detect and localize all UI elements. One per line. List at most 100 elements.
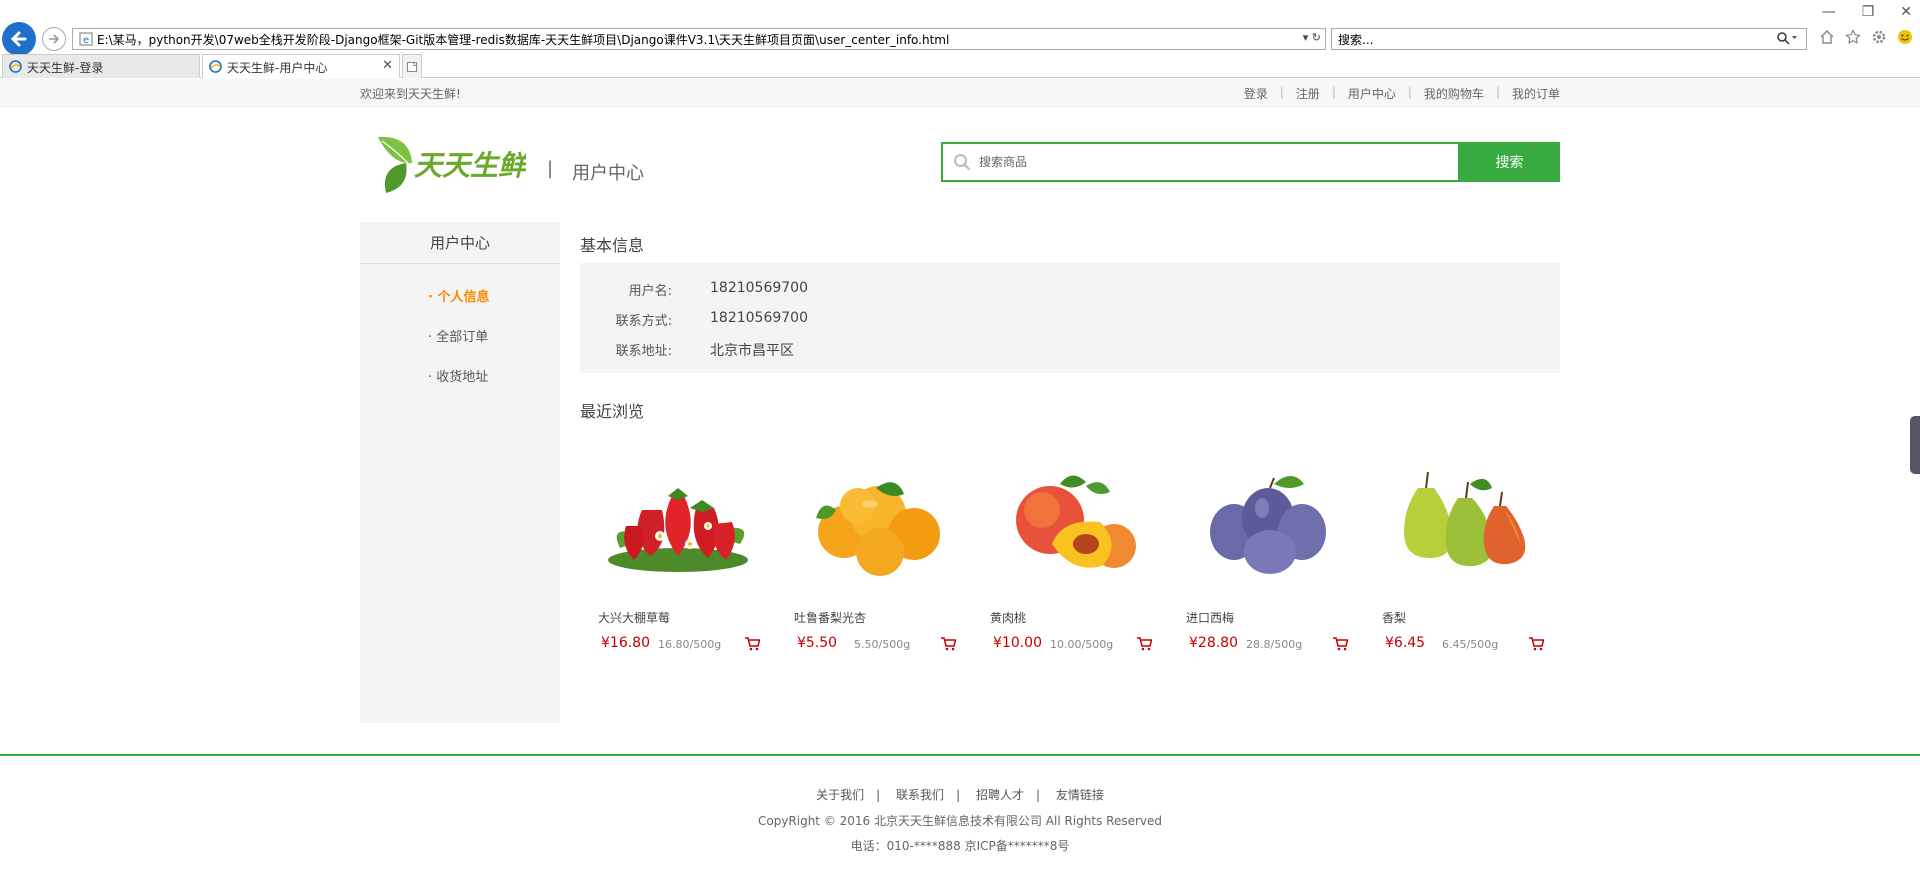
info-row-address: 联系地址: 北京市昌平区	[580, 340, 1560, 360]
new-tab-button[interactable]	[402, 54, 422, 78]
recent-products: 大兴大棚草莓 ¥16.80 16.80/500g 吐鲁番梨光杏 ¥5.50 5.…	[580, 448, 1560, 668]
cart-icon[interactable]	[1136, 636, 1152, 652]
new-tab-icon	[407, 61, 417, 72]
product-card[interactable]: 黄肉桃 ¥10.00 10.00/500g	[972, 448, 1168, 668]
forward-button[interactable]	[42, 27, 66, 51]
product-name[interactable]: 进口西梅	[1186, 609, 1234, 626]
product-card[interactable]: 吐鲁番梨光杏 ¥5.50 5.50/500g	[776, 448, 972, 668]
sidebar-item-profile[interactable]: · 个人信息	[428, 286, 489, 305]
product-price: ¥16.80	[601, 635, 650, 651]
footer-telephone: 电话：010-****888 京ICP备*******8号	[850, 839, 1070, 853]
product-price: ¥10.00	[993, 635, 1042, 651]
product-price: ¥6.45	[1385, 635, 1426, 651]
info-label: 联系方式:	[615, 314, 672, 329]
sidebar-title: 用户中心	[360, 222, 560, 264]
footer-divider	[0, 754, 1920, 756]
apricot-image[interactable]	[786, 448, 962, 580]
tab-title: 天天生鲜-用户中心	[227, 61, 328, 75]
product-unit-price: 6.45/500g	[1442, 638, 1499, 651]
footer-contact-link[interactable]: 联系我们	[896, 788, 944, 802]
login-link[interactable]: 登录	[1244, 85, 1268, 102]
address-bar[interactable]: e E:\某马，python开发\07web全栈开发阶段-Django框架-Gi…	[72, 28, 1326, 50]
search-input[interactable]	[979, 152, 1419, 172]
page-title: 用户中心	[572, 163, 644, 184]
smiley-icon[interactable]	[1896, 28, 1914, 46]
cart-icon[interactable]	[744, 636, 760, 652]
search-icon[interactable]	[1776, 31, 1798, 45]
ie-icon	[209, 60, 222, 73]
search-button[interactable]: 搜索	[1459, 142, 1560, 182]
welcome-text: 欢迎来到天天生鲜!	[360, 87, 461, 101]
info-label: 用户名:	[628, 284, 672, 299]
address-controls[interactable]: ▾ ↻	[1303, 31, 1321, 44]
side-scroll-handle[interactable]	[1910, 416, 1920, 474]
footer-links: 关于我们 | 联系我们 | 招聘人才 | 友情链接	[816, 788, 1104, 802]
product-unit-price: 16.80/500g	[658, 638, 722, 651]
ie-icon	[9, 60, 22, 73]
user-center-link[interactable]: 用户中心	[1348, 85, 1396, 102]
recent-title: 最近浏览	[580, 402, 645, 421]
product-price: ¥28.80	[1189, 635, 1238, 651]
tab-title: 天天生鲜-登录	[27, 61, 104, 75]
tab-bar: 天天生鲜-登录 天天生鲜-用户中心 ✕	[0, 54, 1920, 78]
info-value: 18210569700	[710, 280, 808, 296]
gear-icon[interactable]	[1870, 28, 1888, 46]
cart-icon[interactable]	[940, 636, 956, 652]
product-price: ¥5.50	[797, 635, 838, 651]
cart-icon[interactable]	[1528, 636, 1544, 652]
site-search	[941, 142, 1460, 182]
footer-copyright: CopyRight © 2016 北京天天生鲜信息技术有限公司 All Righ…	[757, 814, 1163, 828]
orders-link[interactable]: 我的订单	[1512, 85, 1560, 102]
user-sidebar: 用户中心 · 个人信息 · 全部订单 · 收货地址	[360, 222, 560, 723]
plum-image[interactable]	[1178, 448, 1354, 580]
browser-search-placeholder: 搜索...	[1338, 33, 1374, 47]
product-unit-price: 5.50/500g	[854, 638, 911, 651]
basic-info-title: 基本信息	[580, 236, 645, 255]
register-link[interactable]: 注册	[1296, 85, 1320, 102]
sidebar-item-orders[interactable]: · 全部订单	[428, 326, 488, 345]
logo-text: 天天生鲜	[414, 149, 526, 182]
product-card[interactable]: 香梨 ¥6.45 6.45/500g	[1364, 448, 1560, 668]
tab-user-center[interactable]: 天天生鲜-用户中心 ✕	[202, 54, 400, 78]
browser-toolbar-icons	[1818, 28, 1914, 46]
info-row-username: 用户名: 18210569700	[580, 280, 1560, 300]
basic-info-panel: 用户名: 18210569700 联系方式: 18210569700 联系地址:…	[580, 263, 1560, 373]
product-name[interactable]: 香梨	[1382, 609, 1406, 626]
arrow-left-icon	[10, 31, 27, 47]
minimize-icon[interactable]: —	[1822, 4, 1836, 20]
sidebar-item-address[interactable]: · 收货地址	[428, 366, 488, 385]
product-name[interactable]: 大兴大棚草莓	[598, 609, 670, 626]
tab-login[interactable]: 天天生鲜-登录	[2, 54, 200, 78]
product-card[interactable]: 大兴大棚草莓 ¥16.80 16.80/500g	[580, 448, 776, 668]
browser-search-box[interactable]: 搜索...	[1331, 28, 1807, 50]
cart-link[interactable]: 我的购物车	[1424, 85, 1484, 102]
arrow-right-icon	[49, 34, 60, 44]
product-unit-price: 10.00/500g	[1050, 638, 1114, 651]
info-row-phone: 联系方式: 18210569700	[580, 310, 1560, 330]
back-button[interactable]	[2, 22, 36, 56]
info-value: 18210569700	[710, 310, 808, 326]
product-name[interactable]: 吐鲁番梨光杏	[794, 609, 866, 626]
strawberry-image[interactable]	[590, 448, 766, 580]
peach-image[interactable]	[982, 448, 1158, 580]
footer-jobs-link[interactable]: 招聘人才	[976, 788, 1024, 802]
home-icon[interactable]	[1818, 28, 1836, 46]
product-name[interactable]: 黄肉桃	[990, 609, 1026, 626]
close-icon[interactable]: ✕	[382, 58, 393, 73]
topbar-links: 登录 | 注册 | 用户中心 | 我的购物车 | 我的订单	[1243, 85, 1560, 102]
ie-icon: e	[79, 32, 93, 46]
close-icon[interactable]: ✕	[1900, 4, 1912, 20]
product-unit-price: 28.8/500g	[1246, 638, 1303, 651]
header-divider: |	[547, 158, 554, 179]
address-text: E:\某马，python开发\07web全栈开发阶段-Django框架-Git版…	[97, 33, 950, 47]
svg-text:e: e	[83, 35, 89, 46]
site-topbar: 欢迎来到天天生鲜! 登录 | 注册 | 用户中心 | 我的购物车 | 我的订单	[0, 79, 1920, 107]
cart-icon[interactable]	[1332, 636, 1348, 652]
product-card[interactable]: 进口西梅 ¥28.80 28.8/500g	[1168, 448, 1364, 668]
footer-friends-link[interactable]: 友情链接	[1056, 788, 1104, 802]
site-logo[interactable]: 天天生鲜	[374, 133, 530, 197]
star-icon[interactable]	[1844, 28, 1862, 46]
pear-image[interactable]	[1374, 448, 1550, 580]
footer-about-link[interactable]: 关于我们	[816, 788, 864, 802]
restore-icon[interactable]: ❐	[1862, 4, 1875, 20]
